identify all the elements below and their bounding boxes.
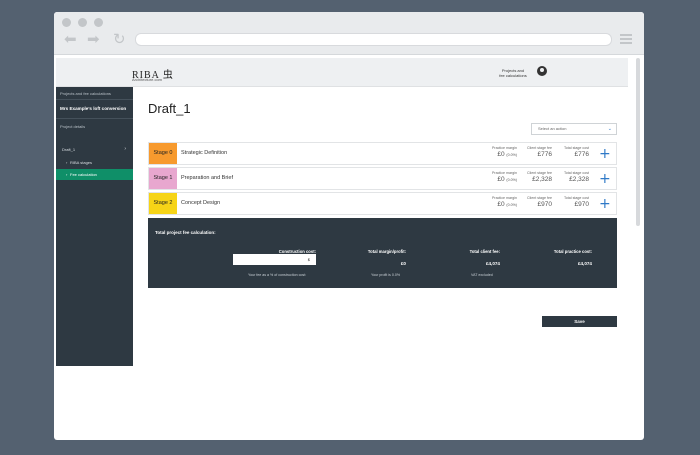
practice-margin: Practice margin £0 (0.0%): [492, 171, 517, 183]
stage-name: Preparation and Brief: [181, 175, 233, 181]
chevron-right-icon: ›: [66, 160, 68, 165]
stage-badge: Stage 1: [149, 168, 177, 189]
back-arrow-icon[interactable]: ⬅: [64, 32, 77, 47]
sidebar: Projects and fee calculations Mrs Exampl…: [56, 87, 133, 366]
stage-row[interactable]: Stage 1 Preparation and Brief Practice m…: [148, 167, 617, 190]
save-button[interactable]: Save: [542, 316, 617, 327]
window-control-dot[interactable]: [94, 18, 103, 27]
browser-window: ⬅ ➡ ↻ RIBA ⾍ Architecture.com Projects a…: [54, 12, 644, 440]
total-stage-cost: Total stage cost £776: [564, 146, 589, 158]
page-title: Draft_1: [148, 101, 191, 116]
total-fee-panel: Total project fee calculation: Construct…: [148, 218, 617, 288]
window-control-dot[interactable]: [78, 18, 87, 27]
window-control-dot[interactable]: [62, 18, 71, 27]
browser-menu-icon[interactable]: [620, 34, 632, 44]
stage-name: Concept Design: [181, 200, 221, 206]
total-practice-cost-label: Total practice cost:: [553, 249, 592, 254]
page-scrollbar[interactable]: [636, 58, 640, 226]
expand-plus-icon[interactable]: +: [599, 147, 611, 161]
logo-subtitle: Architecture.com: [132, 77, 163, 82]
sidebar-item-draft[interactable]: Draft_1 ›: [56, 144, 133, 155]
sidebar-section-label: Project details: [60, 124, 86, 129]
chevron-right-icon: ›: [66, 172, 68, 177]
browser-chrome: ⬅ ➡ ↻: [54, 12, 644, 55]
select-action-dropdown[interactable]: Select an action ⌄: [531, 123, 617, 135]
sidebar-divider: [56, 99, 133, 100]
total-stage-cost: Total stage cost £970: [564, 196, 589, 208]
sidebar-header: Projects and fee calculations: [60, 91, 111, 96]
sidebar-item-label: RIBA stages: [70, 160, 93, 165]
total-practice-cost-value: £4,074: [577, 261, 592, 266]
forward-arrow-icon[interactable]: ➡: [87, 32, 100, 47]
client-stage-fee: Client stage fee £970: [527, 196, 552, 208]
vat-note: VAT excluded: [471, 273, 493, 277]
profit-note: Your profit is 0.0%: [371, 273, 401, 277]
projects-link[interactable]: Projects and fee calculations: [496, 68, 530, 78]
client-stage-fee: Client stage fee £776: [527, 146, 552, 158]
reload-icon[interactable]: ↻: [113, 32, 126, 47]
total-client-fee-value: £4,074: [485, 261, 500, 266]
practice-margin: Practice margin £0 (0.0%): [492, 196, 517, 208]
site-header: RIBA ⾍ Architecture.com Projects and fee…: [56, 58, 628, 87]
total-margin-value: £0: [400, 261, 406, 266]
practice-margin: Practice margin £0 (0.0%): [492, 146, 517, 158]
expand-plus-icon[interactable]: +: [599, 197, 611, 211]
stage-row[interactable]: Stage 0 Strategic Definition Practice ma…: [148, 142, 617, 165]
sidebar-item-label: Draft_1: [62, 147, 76, 152]
chevron-down-icon: ⌄: [607, 126, 612, 132]
sidebar-project-name[interactable]: Mrs Example's loft conversion: [60, 106, 126, 111]
url-bar[interactable]: [135, 33, 612, 46]
client-stage-fee: Client stage fee £2,328: [527, 171, 552, 183]
fee-percentage-note: Your fee as a % of construction cost:: [248, 273, 307, 277]
stage-name: Strategic Definition: [181, 150, 228, 156]
expand-plus-icon[interactable]: +: [599, 172, 611, 186]
total-panel-title: Total project fee calculation:: [155, 230, 216, 235]
chevron-right-icon: ›: [124, 146, 126, 152]
stage-badge: Stage 0: [149, 143, 177, 164]
total-client-fee-label: Total client fee:: [469, 249, 500, 254]
select-action-label: Select an action: [538, 126, 567, 131]
sidebar-divider: [56, 118, 133, 119]
sidebar-item-riba-stages[interactable]: › RIBA stages: [56, 157, 133, 168]
sidebar-item-label: Fee calculation: [70, 172, 97, 177]
construction-cost-input[interactable]: $: [233, 254, 316, 265]
total-margin-label: Total margin/profit:: [367, 249, 406, 254]
sidebar-item-fee-calculation[interactable]: › Fee calculation: [56, 169, 133, 180]
total-stage-cost: Total stage cost £2,328: [564, 171, 589, 183]
account-icon[interactable]: [537, 66, 547, 76]
stage-row[interactable]: Stage 2 Concept Design Practice margin £…: [148, 192, 617, 215]
stage-badge: Stage 2: [149, 193, 177, 214]
